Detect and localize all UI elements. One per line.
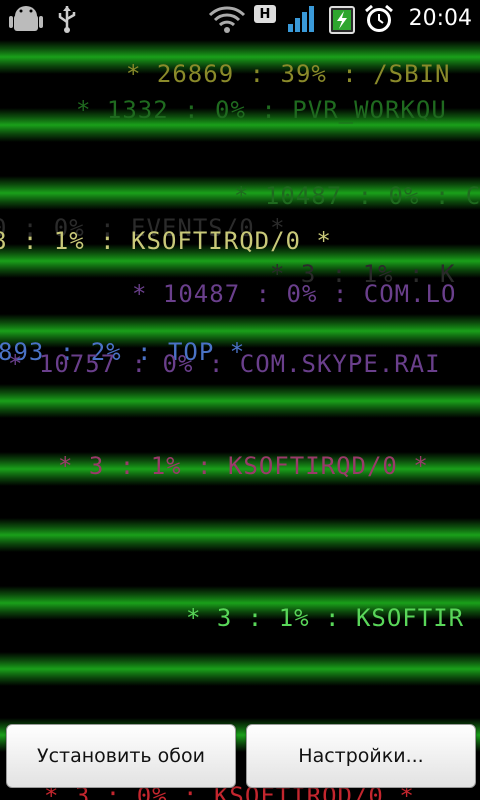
terminal-line: * 10487 : 0% : C [234, 182, 480, 210]
status-bar: H 20:04 [0, 0, 480, 38]
terminal-line: * 26869 : 39% : /SBIN [126, 60, 451, 88]
alarm-icon [362, 0, 396, 38]
android-icon [6, 0, 46, 38]
terminal-line: * 3 : 1% : KSOFTIR [186, 604, 465, 632]
network-h-icon: H [252, 0, 278, 38]
scanline-band [0, 652, 480, 686]
terminal-line: 8 : 1% : KSOFTIRQD/0 * [0, 227, 332, 255]
signal-icon [284, 0, 320, 38]
status-clock: 20:04 [408, 6, 472, 31]
set-wallpaper-button[interactable]: Установить обои [6, 724, 236, 788]
scanline-band [0, 384, 480, 418]
live-wallpaper: 0 : 0% : EVENTS/0 * * 3 : 1% : K * 26869… [0, 38, 480, 800]
terminal-line: * 3 : 1% : KSOFTIRQD/0 * [58, 452, 429, 480]
settings-button[interactable]: Настройки... [246, 724, 476, 788]
wifi-icon [206, 0, 248, 38]
terminal-line: * 10487 : 0% : COM.LO [132, 280, 457, 308]
terminal-line: * 10757 : 0% : COM.SKYPE.RAI [8, 350, 441, 378]
scanline-band [0, 518, 480, 552]
battery-charging-icon [324, 0, 360, 38]
terminal-line: * 1332 : 0% : PVR_WORKQU [76, 96, 447, 124]
usb-icon [52, 0, 82, 38]
